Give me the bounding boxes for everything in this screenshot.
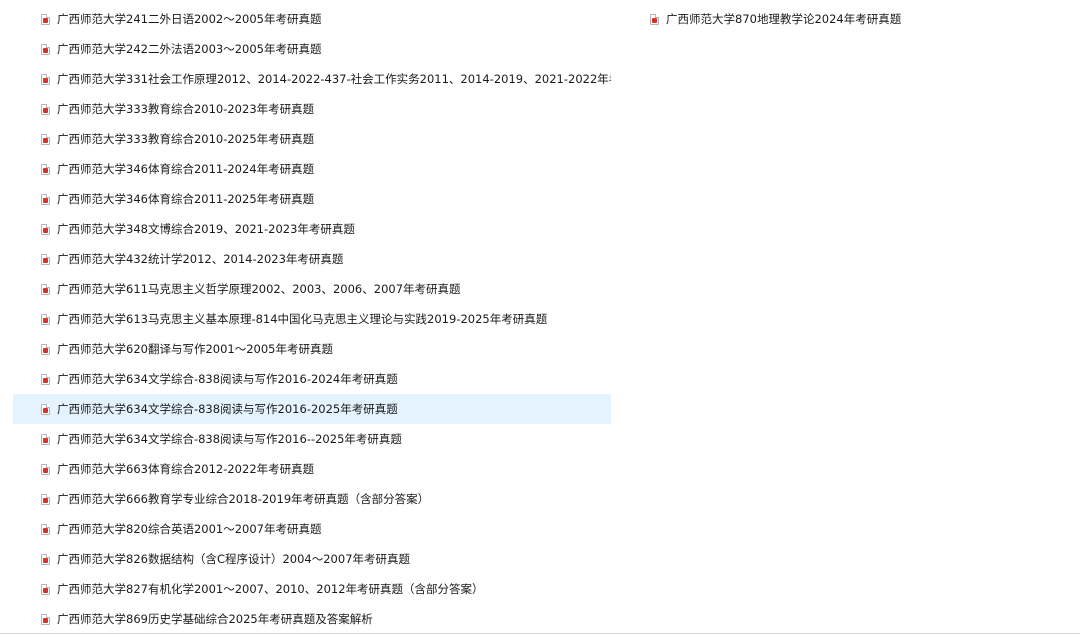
file-item[interactable]: 广西师范大学242二外法语2003～2005年考研真题 <box>13 34 611 64</box>
file-name: 广西师范大学870地理教学论2024年考研真题 <box>666 12 902 26</box>
file-name: 广西师范大学820综合英语2001～2007年考研真题 <box>57 522 322 536</box>
pdf-file-icon <box>41 373 50 385</box>
pdf-file-icon <box>41 133 50 145</box>
file-name: 广西师范大学346体育综合2011-2024年考研真题 <box>57 162 315 176</box>
file-item[interactable]: 广西师范大学634文学综合-838阅读与写作2016-2025年考研真题 <box>13 394 611 424</box>
file-name: 广西师范大学333教育综合2010-2023年考研真题 <box>57 102 315 116</box>
file-column-right: 广西师范大学870地理教学论2024年考研真题 <box>640 4 1070 34</box>
file-name: 广西师范大学634文学综合-838阅读与写作2016--2025年考研真题 <box>57 432 402 446</box>
file-item[interactable]: 广西师范大学827有机化学2001～2007、2010、2012年考研真题（含部… <box>13 574 611 604</box>
pdf-file-icon <box>41 553 50 565</box>
pdf-file-icon <box>41 73 50 85</box>
file-name: 广西师范大学666教育学专业综合2018-2019年考研真题（含部分答案） <box>57 492 430 506</box>
pdf-file-icon <box>41 493 50 505</box>
file-name: 广西师范大学634文学综合-838阅读与写作2016-2025年考研真题 <box>57 402 398 416</box>
file-item[interactable]: 广西师范大学870地理教学论2024年考研真题 <box>640 4 1070 34</box>
file-item[interactable]: 广西师范大学820综合英语2001～2007年考研真题 <box>13 514 611 544</box>
pdf-file-icon <box>41 613 50 625</box>
file-item[interactable]: 广西师范大学869历史学基础综合2025年考研真题及答案解析 <box>13 604 611 634</box>
file-name: 广西师范大学242二外法语2003～2005年考研真题 <box>57 42 322 56</box>
file-name: 广西师范大学869历史学基础综合2025年考研真题及答案解析 <box>57 612 373 626</box>
file-item[interactable]: 广西师范大学620翻译与写作2001～2005年考研真题 <box>13 334 611 364</box>
file-name: 广西师范大学432统计学2012、2014-2023年考研真题 <box>57 252 344 266</box>
file-item[interactable]: 广西师范大学666教育学专业综合2018-2019年考研真题（含部分答案） <box>13 484 611 514</box>
file-item[interactable]: 广西师范大学333教育综合2010-2025年考研真题 <box>13 124 611 154</box>
pdf-file-icon <box>41 43 50 55</box>
pdf-file-icon <box>41 163 50 175</box>
pdf-file-icon <box>41 193 50 205</box>
file-list-pane: 广西师范大学241二外日语2002～2005年考研真题 广西师范大学242二外法语… <box>0 0 1080 634</box>
pdf-file-icon <box>41 313 50 325</box>
file-name: 广西师范大学346体育综合2011-2025年考研真题 <box>57 192 315 206</box>
pdf-file-icon <box>41 13 50 25</box>
file-name: 广西师范大学331社会工作原理2012、2014-2022-437-社会工作实务… <box>57 72 611 86</box>
file-item[interactable]: 广西师范大学241二外日语2002～2005年考研真题 <box>13 4 611 34</box>
pdf-file-icon <box>41 403 50 415</box>
file-item[interactable]: 广西师范大学346体育综合2011-2025年考研真题 <box>13 184 611 214</box>
file-item[interactable]: 广西师范大学432统计学2012、2014-2023年考研真题 <box>13 244 611 274</box>
pdf-file-icon <box>41 463 50 475</box>
file-name: 广西师范大学663体育综合2012-2022年考研真题 <box>57 462 315 476</box>
file-item[interactable]: 广西师范大学613马克思主义基本原理-814中国化马克思主义理论与实践2019-… <box>13 304 611 334</box>
file-name: 广西师范大学634文学综合-838阅读与写作2016-2024年考研真题 <box>57 372 398 386</box>
pdf-file-icon <box>41 283 50 295</box>
file-name: 广西师范大学333教育综合2010-2025年考研真题 <box>57 132 315 146</box>
file-name: 广西师范大学348文博综合2019、2021-2023年考研真题 <box>57 222 355 236</box>
file-name: 广西师范大学241二外日语2002～2005年考研真题 <box>57 12 322 26</box>
pdf-file-icon <box>650 13 659 25</box>
file-item[interactable]: 广西师范大学634文学综合-838阅读与写作2016--2025年考研真题 <box>13 424 611 454</box>
file-item[interactable]: 广西师范大学333教育综合2010-2023年考研真题 <box>13 94 611 124</box>
file-name: 广西师范大学827有机化学2001～2007、2010、2012年考研真题（含部… <box>57 582 484 596</box>
pdf-file-icon <box>41 523 50 535</box>
pdf-file-icon <box>41 583 50 595</box>
file-item[interactable]: 广西师范大学346体育综合2011-2024年考研真题 <box>13 154 611 184</box>
pdf-file-icon <box>41 103 50 115</box>
file-item[interactable]: 广西师范大学611马克思主义哲学原理2002、2003、2006、2007年考研… <box>13 274 611 304</box>
file-item[interactable]: 广西师范大学634文学综合-838阅读与写作2016-2024年考研真题 <box>13 364 611 394</box>
file-column-left: 广西师范大学241二外日语2002～2005年考研真题 广西师范大学242二外法语… <box>13 4 611 634</box>
file-name: 广西师范大学611马克思主义哲学原理2002、2003、2006、2007年考研… <box>57 282 461 296</box>
pdf-file-icon <box>41 223 50 235</box>
pdf-file-icon <box>41 253 50 265</box>
file-item[interactable]: 广西师范大学826数据结构（含C程序设计）2004～2007年考研真题 <box>13 544 611 574</box>
file-item[interactable]: 广西师范大学331社会工作原理2012、2014-2022-437-社会工作实务… <box>13 64 611 94</box>
file-name: 广西师范大学613马克思主义基本原理-814中国化马克思主义理论与实践2019-… <box>57 312 548 326</box>
pdf-file-icon <box>41 343 50 355</box>
file-name: 广西师范大学826数据结构（含C程序设计）2004～2007年考研真题 <box>57 552 411 566</box>
file-name: 广西师范大学620翻译与写作2001～2005年考研真题 <box>57 342 333 356</box>
file-item[interactable]: 广西师范大学663体育综合2012-2022年考研真题 <box>13 454 611 484</box>
file-item[interactable]: 广西师范大学348文博综合2019、2021-2023年考研真题 <box>13 214 611 244</box>
pdf-file-icon <box>41 433 50 445</box>
